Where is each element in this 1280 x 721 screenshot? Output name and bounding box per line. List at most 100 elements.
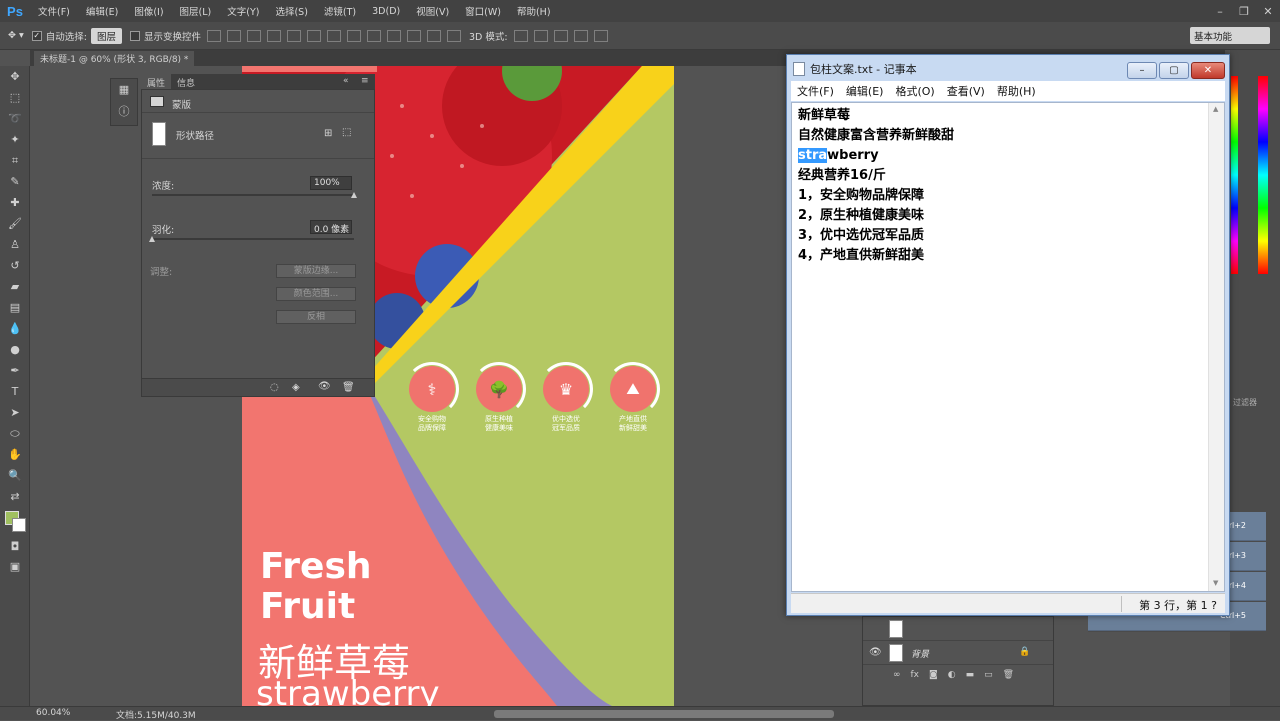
move-tool-icon[interactable]: ✥ xyxy=(0,66,30,87)
path-selection-tool-icon[interactable]: ➤ xyxy=(0,402,30,423)
clone-stamp-tool-icon[interactable]: ♙ xyxy=(0,234,30,255)
tab-properties[interactable]: 属性 xyxy=(141,74,172,89)
scroll-down-icon[interactable]: ▼ xyxy=(1213,579,1218,587)
swap-colors-icon[interactable]: ⇄ xyxy=(0,486,30,507)
auto-select-option[interactable]: ✓ 自动选择: 图层 xyxy=(31,27,122,44)
hue-slider[interactable] xyxy=(1258,76,1268,274)
notepad-maximize-button[interactable]: ▢ xyxy=(1159,62,1189,79)
close-icon[interactable]: ✕ xyxy=(1256,0,1280,22)
notepad-text-area[interactable]: 新鲜草莓 自然健康富含营养新鲜酸甜 strawberry 经典营养16/斤 1，安全购物… xyxy=(791,102,1225,592)
auto-align-icon[interactable] xyxy=(446,29,461,42)
distribute-top-icon[interactable] xyxy=(326,29,341,42)
distribute-left-icon[interactable] xyxy=(386,29,401,42)
menu-select[interactable]: 选择(S) xyxy=(267,4,315,18)
menu-3d[interactable]: 3D(D) xyxy=(364,6,408,17)
restore-icon[interactable]: ❐ xyxy=(1232,0,1256,22)
menu-help[interactable]: 帮助(H) xyxy=(509,4,559,18)
density-slider-knob[interactable] xyxy=(351,192,357,198)
workspace-dropdown[interactable]: 基本功能 xyxy=(1190,27,1270,44)
notepad-menu-file[interactable]: 文件(F) xyxy=(791,83,840,99)
lasso-tool-icon[interactable]: ➰ xyxy=(0,108,30,129)
menu-window[interactable]: 窗口(W) xyxy=(457,4,509,18)
feather-slider[interactable] xyxy=(152,238,354,240)
brush-tool-icon[interactable]: 🖌 xyxy=(0,213,30,234)
add-mask-icon[interactable]: ⊞ xyxy=(324,128,332,139)
density-field[interactable]: 100% xyxy=(310,176,352,190)
history-brush-tool-icon[interactable]: ↺ xyxy=(0,255,30,276)
menu-type[interactable]: 文字(Y) xyxy=(219,4,267,18)
pen-tool-icon[interactable]: ✒ xyxy=(0,360,30,381)
color-range-button[interactable]: 颜色范围... xyxy=(276,287,356,301)
rotate-3d-icon[interactable] xyxy=(513,29,528,42)
align-right-icon[interactable] xyxy=(306,29,321,42)
visibility-eye-icon[interactable]: 👁 xyxy=(318,381,331,392)
notepad-menu-help[interactable]: 帮助(H) xyxy=(991,83,1042,99)
notepad-minimize-button[interactable]: – xyxy=(1127,62,1157,79)
auto-select-target-dropdown[interactable]: 图层 xyxy=(90,27,122,44)
zoom-tool-icon[interactable]: 🔍 xyxy=(0,465,30,486)
feather-field[interactable]: 0.0 像素 xyxy=(310,220,352,235)
group-icon[interactable]: ▬ xyxy=(966,670,975,680)
notepad-menu-view[interactable]: 查看(V) xyxy=(941,83,991,99)
scroll-up-icon[interactable]: ▲ xyxy=(1213,105,1218,113)
align-bottom-icon[interactable] xyxy=(246,29,261,42)
align-top-icon[interactable] xyxy=(206,29,221,42)
quick-mask-icon[interactable]: ◘ xyxy=(0,536,30,557)
density-slider[interactable] xyxy=(152,194,354,196)
magic-wand-tool-icon[interactable]: ✦ xyxy=(0,129,30,150)
load-selection-icon[interactable]: ◌ xyxy=(270,382,279,393)
notepad-menu-edit[interactable]: 编辑(E) xyxy=(840,83,890,99)
invert-button[interactable]: 反相 xyxy=(276,310,356,324)
color-spectrum[interactable] xyxy=(1231,76,1238,274)
document-tab[interactable]: 未标题-1 @ 60% (形状 3, RGB/8) * xyxy=(34,51,195,66)
new-layer-icon[interactable]: ▭ xyxy=(984,670,993,680)
mask-edge-button[interactable]: 蒙版边缘... xyxy=(276,264,356,278)
info-icon[interactable]: ⓘ xyxy=(111,100,137,121)
adjustment-icon[interactable]: ◐ xyxy=(948,670,956,680)
select-mask-icon[interactable]: ⬚ xyxy=(342,127,351,138)
notepad-menu-format[interactable]: 格式(O) xyxy=(889,83,940,99)
slide-3d-icon[interactable] xyxy=(573,29,588,42)
properties-icon[interactable]: ▦ xyxy=(111,79,137,100)
feather-slider-knob[interactable] xyxy=(149,236,155,242)
align-middle-icon[interactable] xyxy=(226,29,241,42)
menu-layer[interactable]: 图层(L) xyxy=(172,4,220,18)
trash-icon[interactable]: 🗑 xyxy=(342,382,355,393)
crop-tool-icon[interactable]: ⌗ xyxy=(0,150,30,171)
add-mask-icon[interactable]: ◙ xyxy=(929,670,938,680)
notepad-close-button[interactable]: ✕ xyxy=(1191,62,1225,79)
healing-brush-tool-icon[interactable]: ✚ xyxy=(0,192,30,213)
document-info[interactable]: 文档:5.15M/40.3M xyxy=(116,708,196,721)
align-left-icon[interactable] xyxy=(266,29,281,42)
marquee-tool-icon[interactable]: ⬚ xyxy=(0,87,30,108)
dodge-tool-icon[interactable]: ● xyxy=(0,339,30,360)
layer-row-background[interactable]: 👁 背景 🔒 xyxy=(863,641,1053,665)
ellipse-tool-icon[interactable]: ⬭ xyxy=(0,423,30,444)
zoom-level[interactable]: 60.04% xyxy=(36,708,70,718)
horizontal-scrollbar[interactable] xyxy=(494,710,834,718)
distribute-right-icon[interactable] xyxy=(426,29,441,42)
notepad-scrollbar[interactable]: ▲ ▼ xyxy=(1208,103,1224,591)
distribute-center-icon[interactable] xyxy=(406,29,421,42)
eyedropper-tool-icon[interactable]: ✎ xyxy=(0,171,30,192)
menu-view[interactable]: 视图(V) xyxy=(408,4,457,18)
move-tool-icon[interactable]: ✥ ▾ xyxy=(8,30,24,41)
menu-edit[interactable]: 编辑(E) xyxy=(78,4,126,18)
minimize-icon[interactable]: – xyxy=(1208,0,1232,22)
scale-3d-icon[interactable] xyxy=(593,29,608,42)
roll-3d-icon[interactable] xyxy=(533,29,548,42)
transform-controls-option[interactable]: 显示变换控件 xyxy=(129,29,201,43)
distribute-bottom-icon[interactable] xyxy=(366,29,381,42)
menu-image[interactable]: 图像(I) xyxy=(126,4,171,18)
auto-select-checkbox[interactable]: ✓ xyxy=(31,30,42,41)
trash-icon[interactable]: 🗑 xyxy=(1003,670,1014,680)
distribute-middle-icon[interactable] xyxy=(346,29,361,42)
link-icon[interactable]: ∞ xyxy=(893,670,901,680)
align-center-icon[interactable] xyxy=(286,29,301,42)
pan-3d-icon[interactable] xyxy=(553,29,568,42)
gradient-tool-icon[interactable]: ▤ xyxy=(0,297,30,318)
type-tool-icon[interactable]: T xyxy=(0,381,30,402)
layer-row[interactable] xyxy=(863,617,1053,641)
hand-tool-icon[interactable]: ✋ xyxy=(0,444,30,465)
screen-mode-icon[interactable]: ▣ xyxy=(0,556,30,577)
